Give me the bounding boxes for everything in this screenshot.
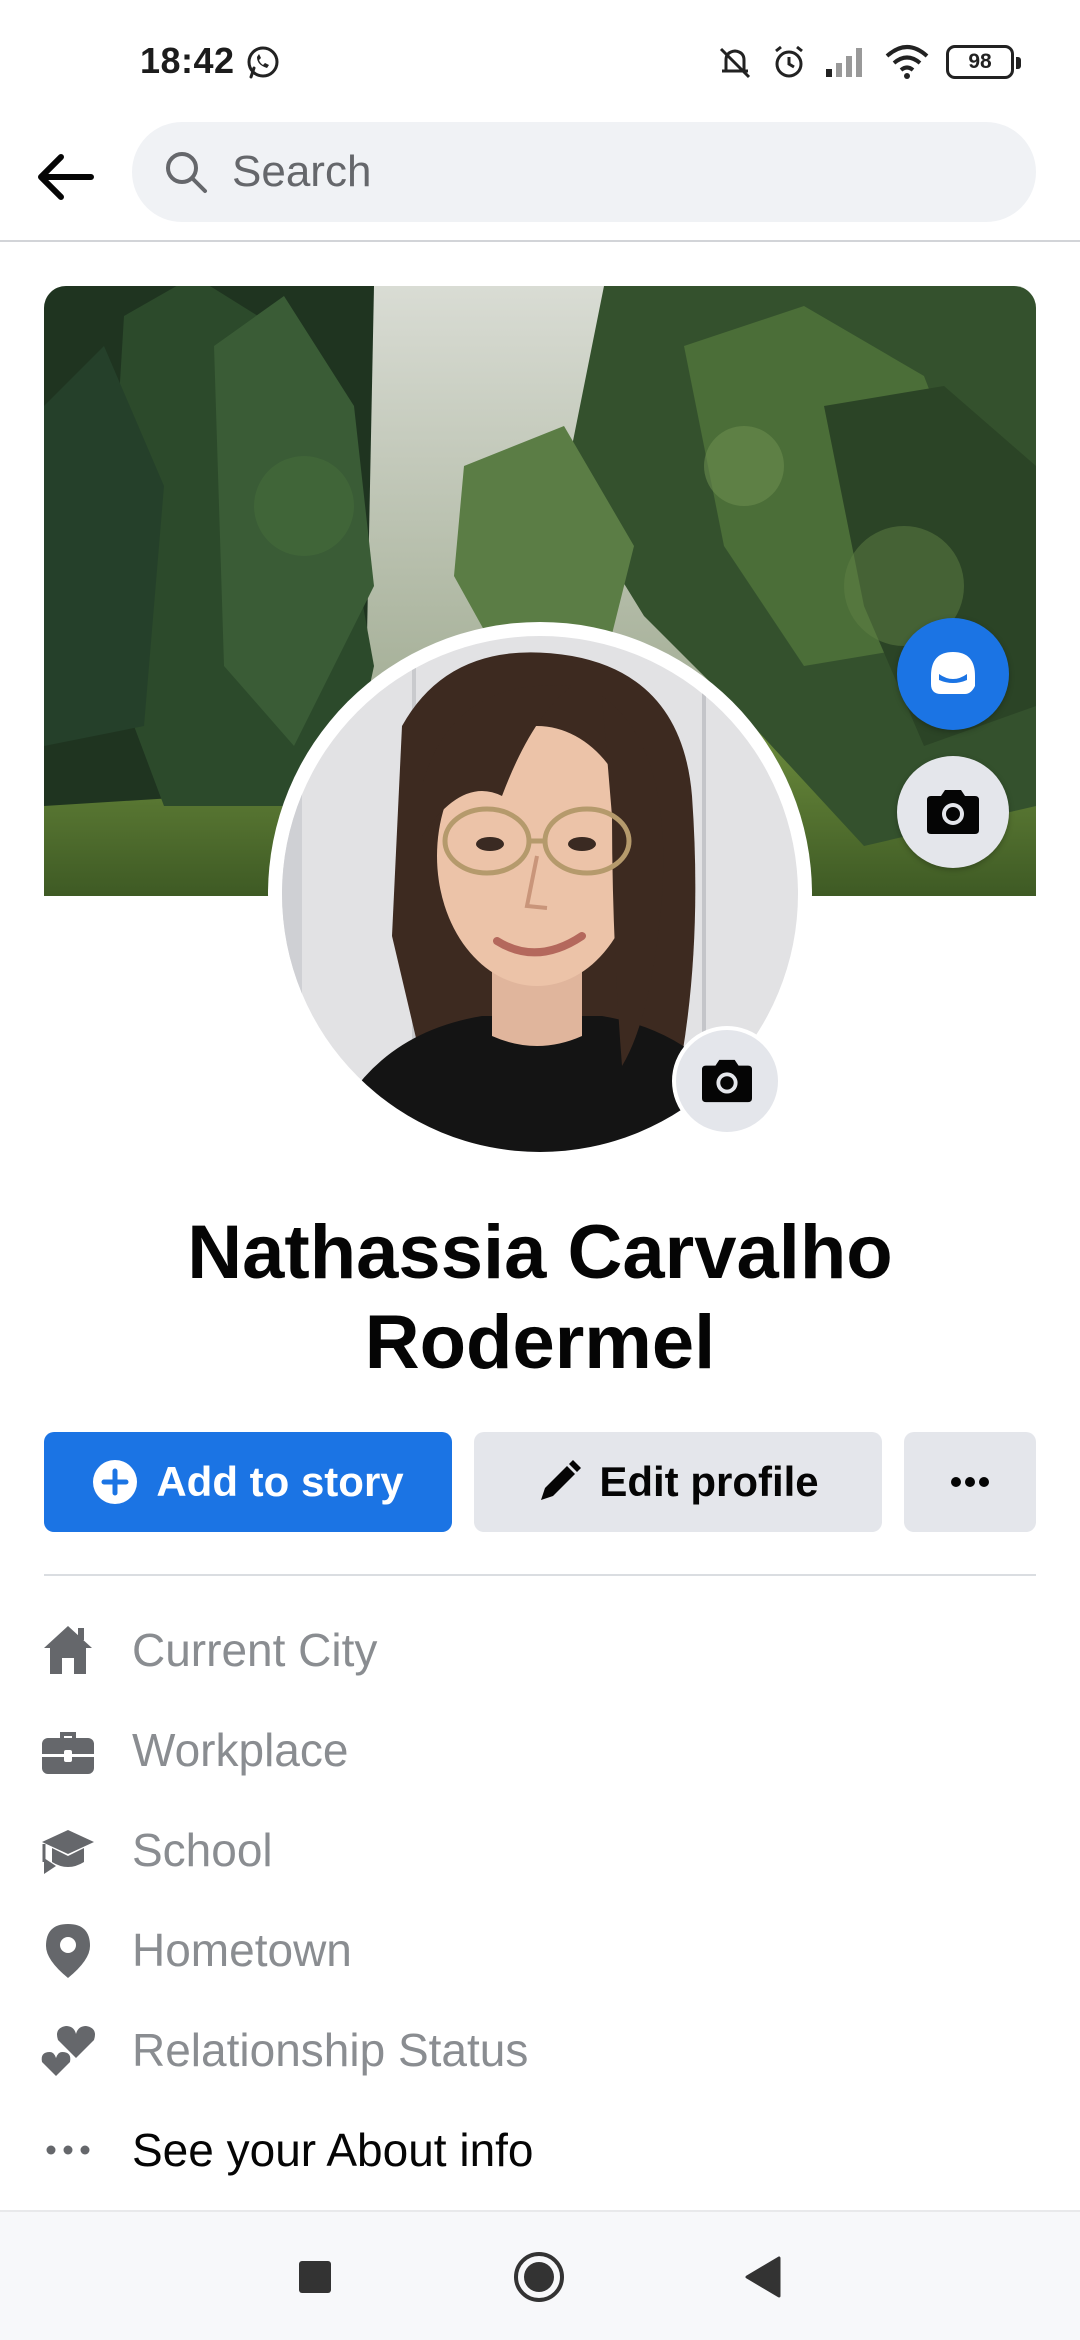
- intro-label: See your About info: [132, 2124, 534, 2176]
- recents-square-icon: [299, 2261, 331, 2293]
- intro-item-see-about-info[interactable]: See your About info: [0, 2100, 1080, 2200]
- hearts-icon: [40, 2022, 96, 2078]
- home-circle-icon: [514, 2252, 564, 2302]
- wifi-icon: [884, 43, 930, 81]
- whatsapp-icon: [244, 44, 282, 82]
- intro-label: Current City: [132, 1624, 378, 1676]
- more-options-button[interactable]: [904, 1432, 1036, 1532]
- avatar-button[interactable]: [897, 618, 1009, 730]
- location-pin-icon: [40, 1922, 96, 1978]
- intro-item-school[interactable]: School: [0, 1800, 1080, 1900]
- status-bar: 18:42 98: [0, 0, 1080, 112]
- plus-circle-icon: [93, 1460, 138, 1504]
- battery-level: 98: [968, 50, 992, 73]
- camera-icon: [927, 790, 979, 834]
- status-icons: 98: [716, 40, 1021, 84]
- ellipsis-icon: [951, 1477, 989, 1487]
- add-to-story-label: Add to story: [156, 1458, 404, 1505]
- search-header: [0, 112, 1080, 242]
- add-to-story-button[interactable]: Add to story: [44, 1432, 452, 1532]
- intro-item-workplace[interactable]: Workplace: [0, 1700, 1080, 1800]
- ellipsis-icon: [40, 2122, 96, 2178]
- search-icon: [166, 152, 207, 193]
- edit-profile-label: Edit profile: [599, 1458, 819, 1505]
- intro-item-relationship-status[interactable]: Relationship Status: [0, 2000, 1080, 2100]
- search-input[interactable]: [232, 122, 1012, 222]
- recents-button[interactable]: [280, 2242, 350, 2312]
- home-icon: [40, 1622, 96, 1678]
- status-time: 18:42: [140, 40, 235, 81]
- intro-label: Hometown: [132, 1924, 352, 1976]
- graduation-cap-icon: [40, 1822, 96, 1878]
- profile-camera-button[interactable]: [672, 1026, 782, 1136]
- back-button[interactable]: [30, 142, 100, 212]
- divider: [44, 1574, 1036, 1576]
- system-nav-bar: [0, 2210, 1080, 2340]
- briefcase-icon: [40, 1722, 96, 1778]
- intro-label: Relationship Status: [132, 2024, 529, 2076]
- battery-icon: 98: [946, 45, 1021, 79]
- avatar-face-icon: [931, 652, 975, 694]
- intro-item-hometown[interactable]: Hometown: [0, 1900, 1080, 2000]
- home-button[interactable]: [504, 2242, 574, 2312]
- pencil-icon: [541, 1460, 582, 1500]
- arrow-left-icon: [38, 154, 94, 200]
- alarm-icon: [770, 43, 808, 81]
- intro-label: Workplace: [132, 1724, 349, 1776]
- camera-icon: [702, 1059, 752, 1103]
- edit-profile-button[interactable]: Edit profile: [474, 1432, 882, 1532]
- cover-camera-button[interactable]: [897, 756, 1009, 868]
- search-bar[interactable]: [132, 122, 1036, 222]
- profile-screen: 18:42 98 Search Nathassia Carvalho Roder…: [0, 0, 1080, 2340]
- profile-name: Nathassia Carvalho Rodermel: [187, 1210, 893, 1385]
- back-nav-button[interactable]: [728, 2242, 798, 2312]
- silent-icon: [716, 43, 754, 81]
- signal-icon: [824, 43, 868, 81]
- intro-label: School: [132, 1824, 273, 1876]
- back-triangle-icon: [745, 2256, 781, 2298]
- intro-item-current-city[interactable]: Current City: [0, 1600, 1080, 1700]
